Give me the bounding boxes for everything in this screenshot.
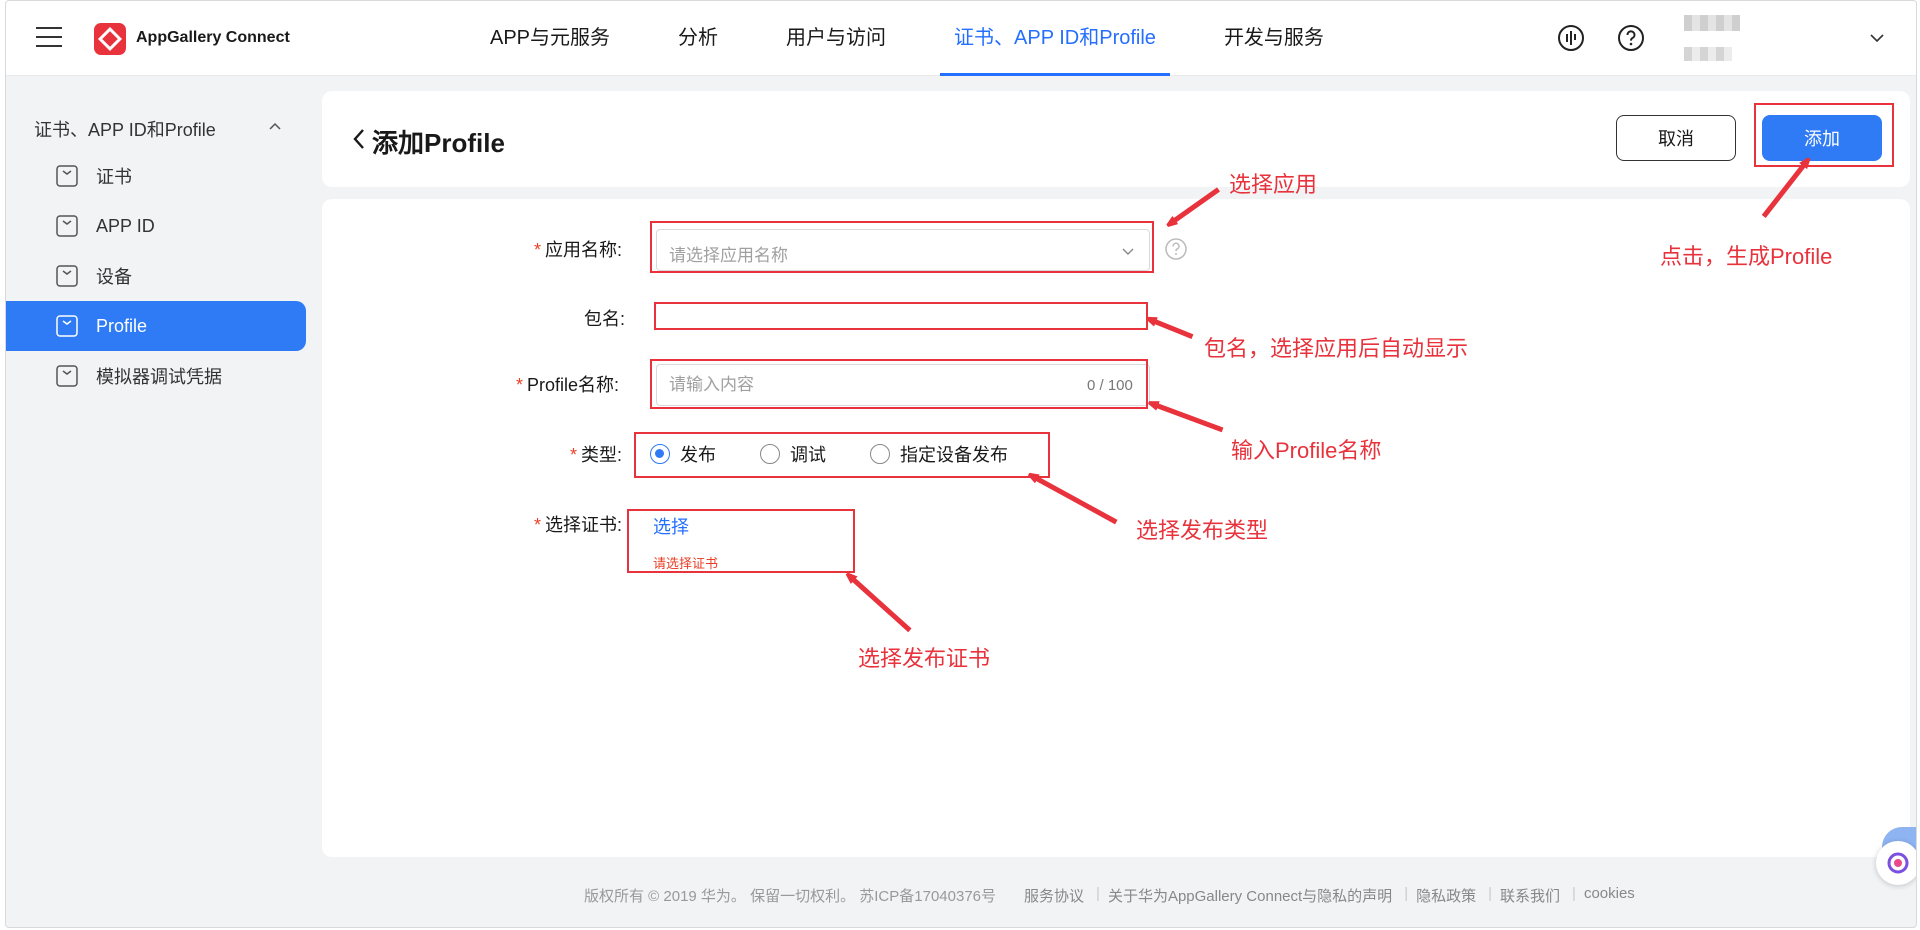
chevron-down-icon[interactable] <box>1868 29 1886 47</box>
app-name-label: * 应用名称: <box>534 240 623 260</box>
page-title: 添加Profile <box>372 128 505 158</box>
main-nav: APP与元服务 分析 用户与访问 证书、APP ID和Profile 开发与服务 <box>476 1 1378 76</box>
nav-analytics[interactable]: 分析 <box>664 1 732 76</box>
annotation-box-profile-name <box>650 359 1148 409</box>
device-icon <box>56 265 78 287</box>
sidebar-item-label: Profile <box>96 315 148 336</box>
certificate-icon <box>56 165 78 187</box>
nav-app-services[interactable]: APP与元服务 <box>476 1 624 76</box>
annotation-box-package <box>654 302 1148 330</box>
sidebar-item-emulator-credentials[interactable]: 模拟器调试凭据 <box>6 351 306 401</box>
profile-icon <box>56 315 78 337</box>
footer-divider: | <box>1572 885 1576 902</box>
sidebar-item-devices[interactable]: 设备 <box>6 251 306 301</box>
top-header: AppGallery Connect APP与元服务 分析 用户与访问 证书、A… <box>6 1 1916 76</box>
app-window: AppGallery Connect APP与元服务 分析 用户与访问 证书、A… <box>5 0 1917 928</box>
question-icon[interactable] <box>1164 237 1188 261</box>
emulator-icon <box>56 365 78 387</box>
chevron-up-icon[interactable] <box>268 120 282 134</box>
annotation-select-type: 选择发布类型 <box>1136 518 1269 543</box>
user-avatar[interactable] <box>1684 15 1740 31</box>
sidebar-item-label: 设备 <box>96 267 132 287</box>
help-icon[interactable] <box>1616 23 1646 53</box>
voice-icon[interactable] <box>1556 23 1586 53</box>
footer-link-terms[interactable]: 服务协议 <box>1024 885 1084 906</box>
footer-link-cookies[interactable]: cookies <box>1584 885 1635 906</box>
nav-certs-appid-profile[interactable]: 证书、APP ID和Profile <box>940 1 1170 76</box>
annotation-select-cert: 选择发布证书 <box>858 646 991 671</box>
footer-link-contact[interactable]: 联系我们 <box>1500 885 1560 906</box>
sidebar-item-profile[interactable]: Profile <box>6 301 306 351</box>
app-id-icon <box>56 215 78 237</box>
cancel-button[interactable]: 取消 <box>1616 115 1736 161</box>
footer: 版权所有 © 2019 华为。 保留一切权利。 苏ICP备17040376号 服… <box>584 885 1647 906</box>
assistant-button[interactable] <box>1876 841 1916 885</box>
menu-icon[interactable] <box>36 27 62 49</box>
nav-users-access[interactable]: 用户与访问 <box>772 1 900 76</box>
profile-name-label: * Profile名称: <box>516 375 620 395</box>
sidebar-item-certificates[interactable]: 证书 <box>6 151 306 201</box>
user-name[interactable] <box>1684 47 1732 61</box>
back-arrow-icon[interactable] <box>351 127 367 151</box>
sidebar-item-label: APP ID <box>96 215 155 236</box>
certificate-label: * 选择证书: <box>534 515 623 535</box>
annotation-package-auto: 包名，选择应用后自动显示 <box>1204 336 1469 361</box>
sidebar-item-label: 证书 <box>96 167 132 187</box>
sidebar-group-title[interactable]: 证书、APP ID和Profile <box>34 116 216 142</box>
annotation-click-generate: 点击，生成Profile <box>1660 244 1833 269</box>
logo-icon[interactable] <box>94 23 126 55</box>
nav-dev-services[interactable]: 开发与服务 <box>1210 1 1338 76</box>
annotation-box-add <box>1754 103 1894 167</box>
sidebar: 证书、APP ID和Profile 证书 APP ID 设备 Profile 模… <box>6 76 306 927</box>
brand-name[interactable]: AppGallery Connect <box>136 29 290 47</box>
footer-copyright: 版权所有 © 2019 华为。 保留一切权利。 苏ICP备17040376号 <box>584 888 997 905</box>
annotation-box-certificate <box>627 509 855 573</box>
footer-divider: | <box>1096 885 1100 902</box>
annotation-box-type <box>634 432 1050 478</box>
assistant-icon <box>1887 852 1909 874</box>
footer-link-privacy-policy[interactable]: 隐私政策 <box>1416 885 1476 906</box>
annotation-box-app-name <box>650 221 1154 273</box>
annotation-enter-profile: 输入Profile名称 <box>1231 438 1382 463</box>
annotation-select-app: 选择应用 <box>1229 172 1318 197</box>
footer-divider: | <box>1488 885 1493 902</box>
footer-link-privacy-statement[interactable]: 关于华为AppGallery Connect与隐私的声明 <box>1108 885 1392 906</box>
package-label: 包名: <box>584 309 626 329</box>
footer-divider: | <box>1404 885 1409 902</box>
type-label: * 类型: <box>570 445 623 465</box>
sidebar-item-app-id[interactable]: APP ID <box>6 201 306 251</box>
sidebar-item-label: 模拟器调试凭据 <box>96 367 222 387</box>
